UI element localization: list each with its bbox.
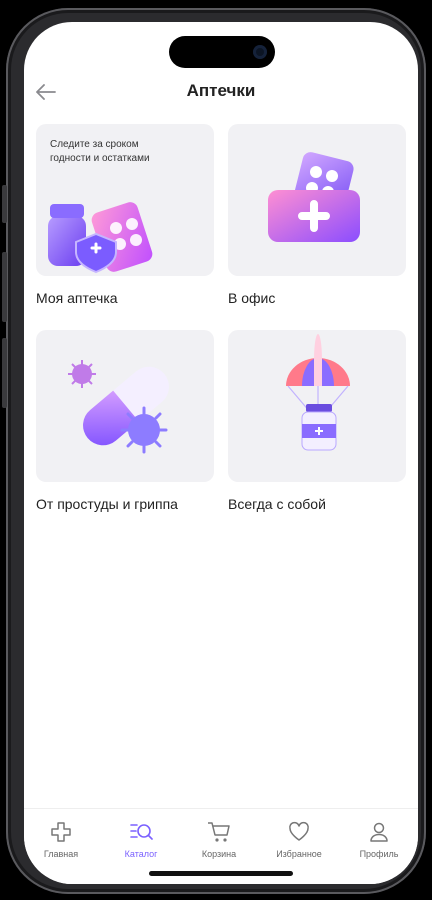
card-my-kit[interactable]: Следите за сроком годности и остатками М… (36, 124, 214, 306)
tab-label: Профиль (359, 849, 399, 859)
tab-home[interactable]: Главная (24, 821, 98, 859)
header: Аптечки (24, 74, 418, 110)
page-title: Аптечки (186, 81, 256, 100)
tab-bar: Главная Каталог Корзина Избранное Профил… (24, 808, 418, 884)
heart-icon (289, 821, 309, 841)
parachute-bottle-illustration (286, 334, 350, 451)
tab-profile[interactable]: Профиль (342, 821, 416, 859)
card-image (228, 330, 406, 482)
tab-favorites[interactable]: Избранное (262, 821, 336, 859)
tab-label: Корзина (201, 849, 237, 859)
card-office[interactable]: В офис (228, 124, 406, 306)
tab-cart[interactable]: Корзина (182, 821, 256, 859)
tab-label: Главная (43, 849, 79, 859)
cart-icon (208, 822, 230, 842)
phone-side-button (2, 185, 7, 223)
card-label: От простуды и гриппа (36, 496, 178, 512)
medicine-bottle-shield-illustration (48, 202, 153, 274)
card-label: В офис (228, 290, 276, 306)
profile-icon (370, 822, 388, 842)
home-indicator (149, 871, 293, 876)
capsule-virus-illustration (68, 360, 169, 454)
card-image: Следите за сроком годности и остатками (36, 124, 214, 276)
first-aid-kit-illustration (268, 152, 360, 242)
card-image (36, 330, 214, 482)
card-label: Моя аптечка (36, 290, 118, 306)
plus-cross-icon (51, 822, 71, 842)
card-cold-flu[interactable]: От простуды и гриппа (36, 330, 214, 512)
card-image (228, 124, 406, 276)
tab-label: Избранное (276, 849, 322, 859)
phone-side-button (2, 252, 7, 322)
card-always-with-you[interactable]: Всегда с собой (228, 330, 406, 512)
dynamic-island (169, 36, 275, 68)
app-screen: Аптечки Следите за сроком годности и ост… (24, 22, 418, 884)
phone-side-button (2, 338, 7, 408)
tab-label: Каталог (124, 849, 158, 859)
tab-catalog[interactable]: Каталог (104, 821, 178, 859)
catalog-search-icon (130, 824, 153, 840)
card-label: Всегда с собой (228, 496, 326, 512)
